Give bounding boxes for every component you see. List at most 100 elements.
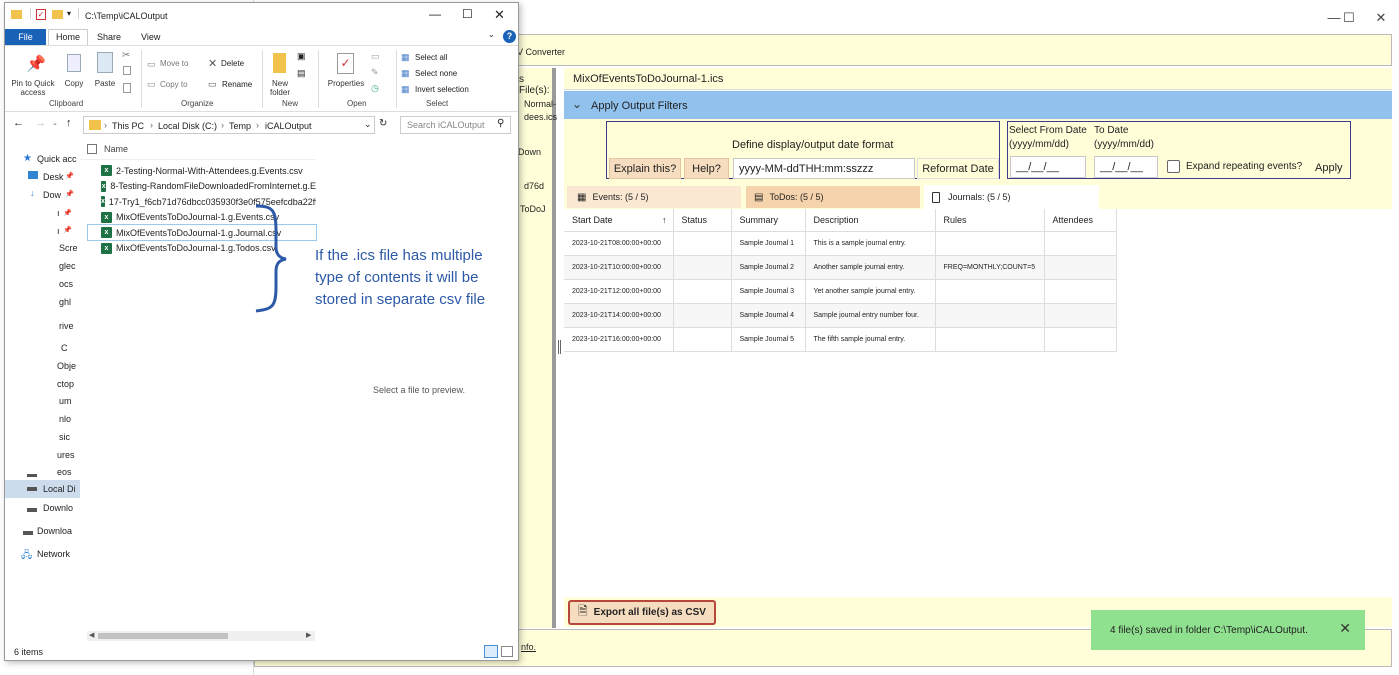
select-none-button[interactable]: Select none bbox=[415, 69, 457, 78]
scroll-left-icon[interactable]: ◀ bbox=[89, 631, 94, 639]
nav-desktop[interactable]: Desk bbox=[43, 172, 64, 182]
qa-dropdown-icon[interactable]: ▾ bbox=[67, 9, 71, 18]
move-to-button[interactable]: Move to bbox=[160, 59, 188, 68]
nav-local-disk-selected[interactable]: Local Di bbox=[5, 480, 80, 498]
tab-home[interactable]: Home bbox=[48, 29, 88, 45]
help-button[interactable]: Help? bbox=[684, 158, 729, 179]
nav-item[interactable]: ures bbox=[57, 450, 75, 460]
file-item[interactable]: dees.ics bbox=[524, 112, 557, 122]
paste-shortcut-icon[interactable] bbox=[123, 83, 131, 93]
nav-item[interactable]: ı bbox=[57, 226, 60, 236]
properties-qa-icon[interactable]: ✓ bbox=[36, 9, 46, 20]
nav-item[interactable]: ctop bbox=[57, 379, 74, 389]
table-row[interactable]: 2023-10-21T08:00:00+00:00 Sample Journal … bbox=[564, 231, 1117, 255]
from-date-input[interactable]: __/__/__ bbox=[1010, 156, 1086, 178]
tab-events[interactable]: ▦ Events: (5 / 5) bbox=[567, 186, 741, 208]
table-row[interactable]: 2023-10-21T12:00:00+00:00 Sample Journal … bbox=[564, 279, 1117, 303]
close-button[interactable]: ✕ bbox=[1366, 10, 1396, 26]
search-input[interactable]: Search iCALOutput bbox=[400, 116, 511, 134]
col-rules[interactable]: Rules bbox=[935, 209, 1045, 231]
tab-journals[interactable]: Journals: (5 / 5) bbox=[924, 185, 1099, 209]
forward-icon[interactable]: → bbox=[35, 117, 46, 129]
help-icon[interactable]: ? bbox=[503, 30, 516, 43]
table-row[interactable]: 2023-10-21T16:00:00+00:00 Sample Journal … bbox=[564, 327, 1117, 351]
tab-file[interactable]: File bbox=[5, 29, 46, 45]
new-folder-button[interactable]: New folder bbox=[265, 79, 295, 97]
refresh-icon[interactable]: ↻ bbox=[379, 118, 387, 129]
apply-button[interactable]: Apply bbox=[1315, 162, 1343, 174]
rename-button[interactable]: Rename bbox=[222, 80, 252, 89]
nav-item[interactable]: Obje bbox=[57, 361, 76, 371]
copy-button[interactable]: Copy bbox=[61, 79, 87, 88]
large-icons-view-icon[interactable] bbox=[501, 646, 513, 657]
filters-expander[interactable]: ⌄ Apply Output Filters bbox=[564, 91, 1392, 119]
nav-item[interactable]: nlo bbox=[59, 414, 71, 424]
invert-selection-button[interactable]: Invert selection bbox=[415, 85, 469, 94]
address-bar[interactable]: › This PC › Local Disk (C:) › Temp › iCA… bbox=[83, 116, 375, 134]
toast-close-icon[interactable]: ✕ bbox=[1339, 620, 1351, 637]
pin-quick-access-button[interactable]: Pin to Quick access bbox=[7, 79, 59, 97]
explain-button[interactable]: Explain this? bbox=[609, 158, 681, 179]
breadcrumb-this-pc[interactable]: This PC bbox=[112, 121, 144, 131]
horizontal-scrollbar[interactable]: ◀ ▶ bbox=[87, 631, 315, 641]
breadcrumb-temp[interactable]: Temp bbox=[229, 121, 251, 131]
footer-link[interactable]: nfo. bbox=[521, 642, 536, 652]
nav-item[interactable]: um bbox=[59, 396, 72, 406]
nav-item[interactable]: sic bbox=[59, 432, 70, 442]
nav-item[interactable]: rive bbox=[59, 321, 74, 331]
maximize-button[interactable]: ☐ bbox=[1334, 10, 1364, 26]
tab-share[interactable]: Share bbox=[97, 30, 121, 45]
new-folder-qa-icon[interactable] bbox=[52, 10, 63, 19]
column-name[interactable]: Name bbox=[104, 144, 128, 154]
nav-downloads-drive[interactable]: Downlo bbox=[43, 503, 73, 513]
table-row[interactable]: 2023-10-21T10:00:00+00:00 Sample Journal … bbox=[564, 255, 1117, 279]
recent-icon[interactable]: ⌄ bbox=[52, 119, 58, 127]
file-item[interactable]: ToDoJ bbox=[520, 204, 546, 214]
delete-button[interactable]: Delete bbox=[221, 59, 244, 68]
col-status[interactable]: Status bbox=[673, 209, 732, 231]
nav-item[interactable]: ı bbox=[57, 208, 60, 218]
explorer-close-button[interactable]: ✕ bbox=[494, 7, 505, 23]
tab-view[interactable]: View bbox=[141, 30, 160, 45]
address-dropdown-icon[interactable]: ⌄ bbox=[364, 119, 372, 130]
open-icon[interactable]: ▭ bbox=[371, 51, 380, 62]
ribbon-expand-icon[interactable]: ⌄ bbox=[488, 30, 495, 39]
date-format-input[interactable]: yyyy-MM-ddTHH:mm:sszzz bbox=[733, 158, 915, 179]
nav-downloads[interactable]: Dow bbox=[43, 190, 61, 200]
select-all-button[interactable]: Select all bbox=[415, 53, 447, 62]
nav-item[interactable]: ghl bbox=[59, 297, 71, 307]
copy-to-button[interactable]: Copy to bbox=[160, 80, 188, 89]
file-item[interactable]: Normal- bbox=[524, 99, 556, 109]
select-all-checkbox[interactable] bbox=[87, 144, 97, 154]
breadcrumb-icaloutput[interactable]: iCALOutput bbox=[265, 121, 312, 131]
history-icon[interactable]: ◷ bbox=[371, 83, 379, 94]
export-csv-button[interactable]: 🗎 Export all file(s) as CSV bbox=[568, 600, 716, 625]
nav-network[interactable]: Network bbox=[37, 549, 70, 559]
scroll-right-icon[interactable]: ▶ bbox=[306, 631, 311, 639]
to-date-input[interactable]: __/__/__ bbox=[1094, 156, 1158, 178]
details-view-icon[interactable] bbox=[484, 645, 498, 658]
nav-quick-access[interactable]: Quick acc bbox=[37, 154, 77, 164]
paste-button[interactable]: Paste bbox=[90, 79, 120, 88]
new-item-icon[interactable]: ▣ bbox=[297, 51, 306, 62]
breadcrumb-local-disk[interactable]: Local Disk (C:) bbox=[158, 121, 217, 131]
nav-item[interactable]: C bbox=[61, 343, 68, 353]
col-start-date[interactable]: Start Date ↑ bbox=[564, 209, 674, 231]
file-item[interactable]: d76d bbox=[524, 181, 544, 191]
nav-item[interactable]: ocs bbox=[59, 279, 73, 289]
up-icon[interactable]: ↑ bbox=[66, 117, 72, 129]
properties-button[interactable]: Properties bbox=[323, 79, 369, 88]
edit-icon[interactable]: ✎ bbox=[371, 67, 379, 78]
back-icon[interactable]: ← bbox=[13, 117, 24, 129]
file-item[interactable]: x 2-Testing-Normal-With-Attendees.g.Event… bbox=[101, 163, 316, 178]
file-item[interactable]: Down bbox=[518, 147, 541, 157]
expand-checkbox[interactable] bbox=[1167, 160, 1180, 173]
file-item[interactable]: x 8-Testing-RandomFileDownloadedFromInter… bbox=[101, 179, 316, 194]
explorer-minimize-button[interactable]: — bbox=[429, 7, 441, 21]
col-summary[interactable]: Summary bbox=[731, 209, 806, 231]
splitter-handle[interactable] bbox=[558, 340, 561, 354]
copy-path-icon[interactable] bbox=[123, 66, 131, 75]
col-attendees[interactable]: Attendees bbox=[1044, 209, 1117, 231]
cut-icon[interactable]: ✂ bbox=[122, 50, 130, 61]
tab-todos[interactable]: ▤ ToDos: (5 / 5) bbox=[746, 186, 920, 208]
